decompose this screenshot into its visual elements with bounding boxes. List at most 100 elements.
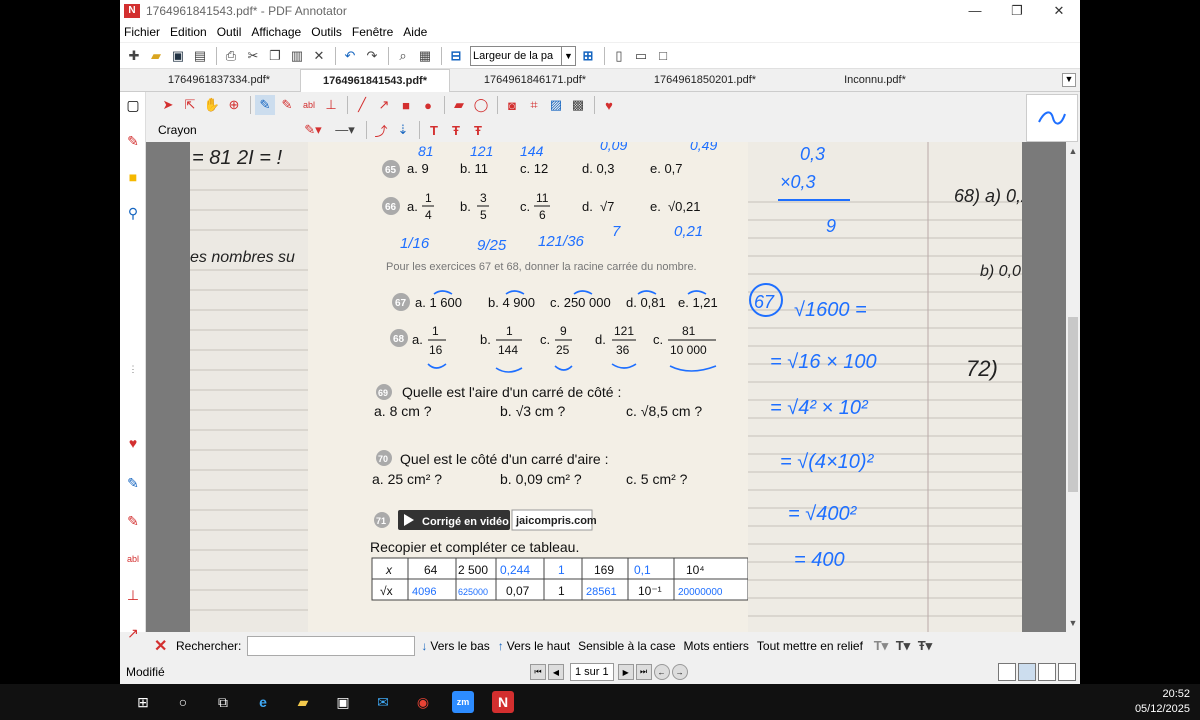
- delete-icon[interactable]: ✕: [309, 46, 329, 66]
- save-icon[interactable]: ▣: [168, 46, 188, 66]
- view-facing-icon[interactable]: [1038, 663, 1056, 681]
- first-page-icon[interactable]: ⏮: [530, 664, 546, 680]
- text-box-icon[interactable]: abl: [124, 550, 142, 568]
- open-folder-icon[interactable]: ▰: [146, 46, 166, 66]
- pdf-page[interactable]: = 81 2I = ! es nombres su 65 a. 9 b. 11 …: [190, 142, 1022, 632]
- tab-inconnu[interactable]: Inconnu.pdf*: [800, 69, 950, 92]
- zoom-app-icon[interactable]: zm: [452, 691, 474, 713]
- edge-icon[interactable]: e: [252, 691, 274, 713]
- text-double-icon[interactable]: Ŧ: [468, 120, 488, 140]
- pdf-annotator-task-icon[interactable]: N: [492, 691, 514, 713]
- document-view[interactable]: = 81 2I = ! es nombres su 65 a. 9 b. 11 …: [146, 142, 1066, 632]
- menu-fenetre[interactable]: Fenêtre: [352, 25, 393, 39]
- zoom-in-icon[interactable]: ⊞: [578, 46, 598, 66]
- attachment-icon[interactable]: ⚲: [124, 204, 142, 222]
- menu-outils[interactable]: Outils: [311, 25, 342, 39]
- ellipse-icon[interactable]: ●: [418, 95, 438, 115]
- chrome-icon[interactable]: ◉: [412, 691, 434, 713]
- next-page-icon[interactable]: ▶: [617, 664, 634, 680]
- view-grid-icon[interactable]: [1058, 663, 1076, 681]
- scroll-down-icon[interactable]: ▼: [1066, 616, 1080, 630]
- last-page-icon[interactable]: ⏭: [635, 664, 652, 680]
- fit-width-icon[interactable]: ▭: [631, 46, 651, 66]
- search-up-button[interactable]: ↑ Vers le haut: [498, 639, 570, 653]
- tab-list-icon[interactable]: ▼: [1062, 73, 1076, 87]
- line-icon[interactable]: ╱: [352, 95, 372, 115]
- cut-icon[interactable]: ✂: [243, 46, 263, 66]
- insert-more-icon[interactable]: ▩: [568, 95, 588, 115]
- undo-icon[interactable]: ↶: [340, 46, 360, 66]
- text-select-icon[interactable]: ⇱: [180, 95, 200, 115]
- page-indicator[interactable]: 1 sur 1: [570, 663, 614, 681]
- tab-1764961850201[interactable]: 1764961850201.pdf*: [630, 69, 780, 92]
- system-clock[interactable]: 20:52 05/12/2025: [1135, 687, 1190, 717]
- prev-page-icon[interactable]: ◀: [548, 664, 564, 680]
- mail-icon[interactable]: ✉: [372, 691, 394, 713]
- menu-edition[interactable]: Edition: [170, 25, 207, 39]
- arrow-tool-icon[interactable]: ↗: [124, 624, 142, 642]
- camera-icon[interactable]: ◙: [502, 95, 522, 115]
- view-continuous-icon[interactable]: [1018, 663, 1036, 681]
- tab-1764961837334[interactable]: 1764961837334.pdf*: [144, 69, 294, 92]
- zoom-select[interactable]: Largeur de la pa ▼: [470, 45, 576, 66]
- back-icon[interactable]: ←: [653, 664, 670, 680]
- grip-icon[interactable]: ⋮: [124, 360, 142, 378]
- lasso-icon[interactable]: ◯: [471, 95, 491, 115]
- line-width-icon[interactable]: —▾: [330, 120, 360, 140]
- stamp-tool-icon[interactable]: ⊥: [321, 95, 341, 115]
- menu-fichier[interactable]: Fichier: [124, 25, 160, 39]
- scroll-thumb[interactable]: [1068, 317, 1078, 492]
- chevron-down-icon[interactable]: ▼: [561, 46, 575, 65]
- smoothing-icon[interactable]: ⤴: [371, 120, 391, 140]
- find-icon[interactable]: ⌕: [393, 46, 413, 66]
- strike-style-icon[interactable]: Ŧ▾: [915, 636, 935, 656]
- text-underline-icon[interactable]: T: [424, 120, 444, 140]
- text-strike-icon[interactable]: Ŧ: [446, 120, 466, 140]
- highlight-all-toggle[interactable]: Tout mettre en relief: [757, 639, 863, 653]
- paste-icon[interactable]: ▥: [287, 46, 307, 66]
- pen-icon[interactable]: ✎: [124, 132, 142, 150]
- text-tool-icon[interactable]: abl: [299, 95, 319, 115]
- underline-style-icon[interactable]: T▾: [893, 636, 913, 656]
- close-search-icon[interactable]: ✕: [154, 636, 176, 656]
- menu-affichage[interactable]: Affichage: [251, 25, 301, 39]
- stroke-preview[interactable]: [1026, 94, 1078, 142]
- match-case-toggle[interactable]: Sensible à la case: [578, 639, 675, 653]
- select-arrow-icon[interactable]: ➤: [158, 95, 178, 115]
- hand-icon[interactable]: ✋: [202, 95, 222, 115]
- store-icon[interactable]: ▣: [332, 691, 354, 713]
- heart-icon[interactable]: ♥: [124, 434, 142, 452]
- search-down-button[interactable]: ↓ Vers le bas: [421, 639, 489, 653]
- menu-outil[interactable]: Outil: [217, 25, 242, 39]
- view-single-icon[interactable]: [998, 663, 1016, 681]
- page-layout-icon[interactable]: ▦: [415, 46, 435, 66]
- favorite-heart-icon[interactable]: ♥: [599, 95, 619, 115]
- crop-icon[interactable]: ⌗: [524, 95, 544, 115]
- tab-1764961846171[interactable]: 1764961846171.pdf*: [460, 69, 610, 92]
- minimize-icon[interactable]: —: [954, 0, 996, 22]
- menu-aide[interactable]: Aide: [403, 25, 427, 39]
- scroll-up-icon[interactable]: ▲: [1066, 144, 1080, 158]
- windows-start-icon[interactable]: ⊞: [132, 691, 154, 713]
- highlighter-icon[interactable]: ✎: [277, 95, 297, 115]
- print-icon[interactable]: ⎙: [221, 46, 241, 66]
- task-view-icon[interactable]: ⧉: [212, 691, 234, 713]
- arrow-icon[interactable]: ↗: [374, 95, 394, 115]
- forward-icon[interactable]: →: [671, 664, 688, 680]
- restore-icon[interactable]: ❐: [996, 0, 1038, 22]
- save-as-icon[interactable]: ▤: [190, 46, 210, 66]
- file-explorer-icon[interactable]: ▰: [292, 691, 314, 713]
- pressure-icon[interactable]: ⇣: [393, 120, 413, 140]
- pen-tool-icon[interactable]: ✎: [255, 95, 275, 115]
- copy-icon[interactable]: ❐: [265, 46, 285, 66]
- fullscreen-icon[interactable]: □: [653, 46, 673, 66]
- eraser-icon[interactable]: ▰: [449, 95, 469, 115]
- highlight-style-icon[interactable]: T▾: [871, 636, 891, 656]
- search-icon[interactable]: ○: [172, 691, 194, 713]
- redo-icon[interactable]: ↷: [362, 46, 382, 66]
- rectangle-icon[interactable]: ■: [396, 95, 416, 115]
- search-input[interactable]: [247, 636, 416, 656]
- tab-1764961841543[interactable]: 1764961841543.pdf*: [300, 69, 450, 92]
- stamp-icon[interactable]: ⊥: [124, 586, 142, 604]
- red-pen-icon[interactable]: ✎: [124, 512, 142, 530]
